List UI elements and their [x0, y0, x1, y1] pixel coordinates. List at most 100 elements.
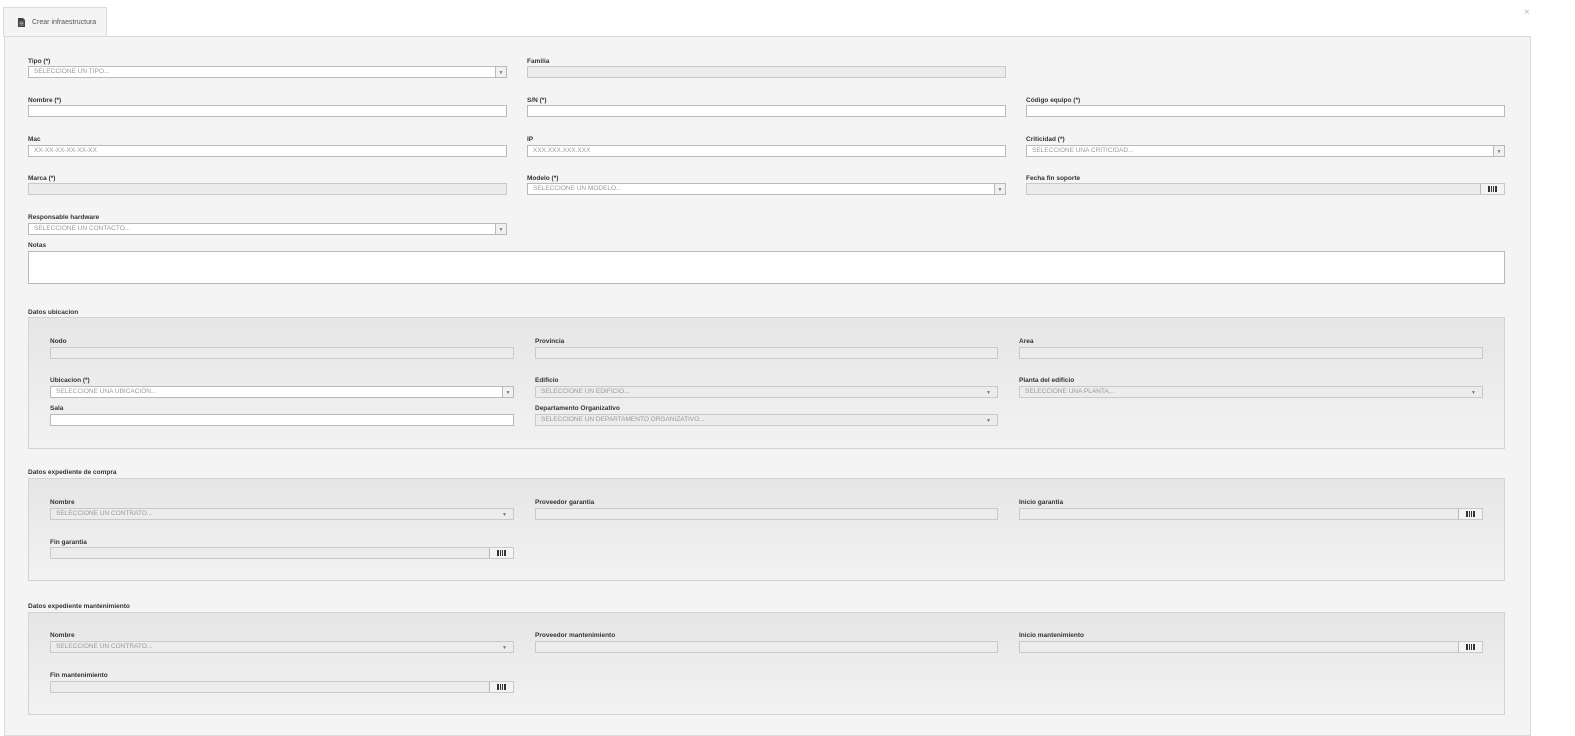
proveedor-garantia-label: Proveedor garantia	[535, 499, 595, 506]
ubicacion-section	[28, 317, 1505, 449]
edificio-select[interactable]: SELECCIONE UN EDIFICIO... ▼	[535, 386, 998, 398]
compra-contrato-select[interactable]: SELECCIONE UN CONTRATO... ▼	[50, 508, 514, 520]
responsable-label: Responsable hardware	[28, 214, 100, 221]
criticidad-placeholder: SELECCIONE UNA CRITICIDAD...	[1032, 147, 1134, 154]
nombre-input[interactable]	[28, 105, 507, 117]
responsable-placeholder: SELECCIONE UN CONTACTO...	[34, 225, 131, 232]
chevron-down-icon: ▼	[495, 224, 506, 234]
inicio-garantia-field[interactable]	[1019, 508, 1483, 520]
ubicacion-select[interactable]: SELECCIONE UNA UBICACIÓN... ▼	[50, 386, 514, 398]
ip-label: IP	[527, 136, 534, 143]
fin-garantia-label: Fin garantia	[50, 539, 87, 546]
edificio-placeholder: SELECCIONE UN EDIFICIO...	[541, 388, 630, 395]
sn-input[interactable]	[527, 105, 1006, 117]
chevron-down-icon: ▼	[1471, 390, 1476, 396]
tipo-placeholder: SELECCIONE UN TIPO...	[34, 68, 110, 75]
chevron-down-icon: ▼	[495, 67, 506, 77]
compra-section	[28, 478, 1505, 581]
fecha-fin-soporte-field[interactable]	[1026, 183, 1505, 195]
mant-nombre-label: Nombre	[50, 632, 75, 639]
modelo-select[interactable]: SELECCIONE UN MODELO... ▼	[527, 183, 1006, 195]
calendar-icon	[1466, 511, 1475, 517]
calendar-button[interactable]	[489, 548, 513, 558]
ubicacion-label: Ubicacion (*)	[50, 377, 90, 384]
document-icon	[18, 18, 25, 27]
compra-section-title: Datos expediente de compra	[28, 469, 117, 476]
nodo-label: Nodo	[50, 338, 67, 345]
tipo-label: Tipo (*)	[28, 58, 51, 65]
calendar-icon	[1466, 644, 1475, 650]
tab-title: Crear infraestructura	[32, 19, 97, 26]
sn-label: S/N (*)	[527, 97, 547, 104]
planta-select[interactable]: SELECCIONE UNA PLANTA... ▼	[1019, 386, 1483, 398]
ip-placeholder: XXX.XXX.XXX.XXX	[533, 147, 591, 154]
fin-mantenimiento-label: Fin mantenimiento	[50, 672, 108, 679]
nodo-field	[50, 347, 514, 359]
marca-field	[28, 183, 507, 195]
calendar-button[interactable]	[1458, 642, 1482, 652]
fin-garantia-field[interactable]	[50, 547, 514, 559]
chevron-down-icon: ▼	[1493, 146, 1504, 156]
nombre-label: Nombre (*)	[28, 97, 62, 104]
sala-label: Sala	[50, 405, 64, 412]
chevron-down-icon: ▼	[502, 512, 507, 518]
planta-label: Planta del edificio	[1019, 377, 1075, 384]
calendar-button[interactable]	[1458, 509, 1482, 519]
departamento-select[interactable]: SELECCIONE UN DEPARTAMENTO ORGANIZATIVO.…	[535, 414, 998, 426]
familia-field	[527, 66, 1006, 78]
compra-contrato-placeholder: SELECCIONE UN CONTRATO...	[56, 510, 153, 517]
calendar-icon	[497, 684, 506, 690]
area-field	[1019, 347, 1483, 359]
provincia-label: Provincia	[535, 338, 565, 345]
mantenimiento-section	[28, 612, 1505, 715]
chevron-down-icon: ▼	[502, 645, 507, 651]
calendar-button[interactable]	[1480, 184, 1504, 194]
tipo-select[interactable]: SELECCIONE UN TIPO... ▼	[28, 66, 507, 78]
ubicacion-placeholder: SELECCIONE UNA UBICACIÓN...	[56, 388, 157, 395]
area-label: Area	[1019, 338, 1034, 345]
mant-contrato-placeholder: SELECCIONE UN CONTRATO...	[56, 643, 153, 650]
marca-label: Marca (*)	[28, 175, 56, 182]
criticidad-label: Criticidad (*)	[1026, 136, 1065, 143]
chevron-down-icon: ▼	[986, 418, 991, 424]
chevron-down-icon: ▼	[502, 387, 513, 397]
ubicacion-section-title: Datos ubicacion	[28, 309, 79, 316]
mant-contrato-select[interactable]: SELECCIONE UN CONTRATO... ▼	[50, 641, 514, 653]
provincia-field	[535, 347, 998, 359]
calendar-icon	[1488, 186, 1497, 192]
chevron-down-icon: ▼	[994, 184, 1005, 194]
notas-label: Notas	[28, 242, 47, 249]
compra-nombre-label: Nombre	[50, 499, 75, 506]
calendar-icon	[497, 550, 506, 556]
mac-input[interactable]: XX-XX-XX-XX-XX-XX	[28, 145, 507, 157]
criticidad-select[interactable]: SELECCIONE UNA CRITICIDAD... ▼	[1026, 145, 1505, 157]
edificio-label: Edificio	[535, 377, 559, 384]
chevron-down-icon: ▼	[986, 390, 991, 396]
proveedor-garantia-field	[535, 508, 998, 520]
fin-mantenimiento-field[interactable]	[50, 681, 514, 693]
inicio-garantia-label: Inicio garantia	[1019, 499, 1064, 506]
close-icon[interactable]: ×	[1524, 8, 1530, 18]
departamento-placeholder: SELECCIONE UN DEPARTAMENTO ORGANIZATIVO.…	[541, 416, 705, 423]
fecha-fin-soporte-label: Fecha fin soporte	[1026, 175, 1081, 182]
modelo-label: Modelo (*)	[527, 175, 559, 182]
familia-label: Familia	[527, 58, 550, 65]
inicio-mantenimiento-label: Inicio mantenimiento	[1019, 632, 1085, 639]
proveedor-mantenimiento-field	[535, 641, 998, 653]
sala-input[interactable]	[50, 414, 514, 426]
planta-placeholder: SELECCIONE UNA PLANTA...	[1025, 388, 1115, 395]
responsable-select[interactable]: SELECCIONE UN CONTACTO... ▼	[28, 223, 507, 235]
mac-label: Mac	[28, 136, 41, 143]
modelo-placeholder: SELECCIONE UN MODELO...	[533, 185, 622, 192]
proveedor-mantenimiento-label: Proveedor mantenimiento	[535, 632, 616, 639]
codigo-equipo-label: Código equipo (*)	[1026, 97, 1081, 104]
inicio-mantenimiento-field[interactable]	[1019, 641, 1483, 653]
mantenimiento-section-title: Datos expediente mantenimiento	[28, 603, 130, 610]
calendar-button[interactable]	[489, 682, 513, 692]
ip-input[interactable]: XXX.XXX.XXX.XXX	[527, 145, 1006, 157]
mac-placeholder: XX-XX-XX-XX-XX-XX	[34, 147, 97, 154]
notas-textarea[interactable]	[28, 251, 1505, 284]
tab-crear-infraestructura[interactable]: Crear infraestructura	[3, 7, 107, 37]
codigo-equipo-input[interactable]	[1026, 105, 1505, 117]
departamento-label: Departamento Organizativo	[535, 405, 620, 412]
